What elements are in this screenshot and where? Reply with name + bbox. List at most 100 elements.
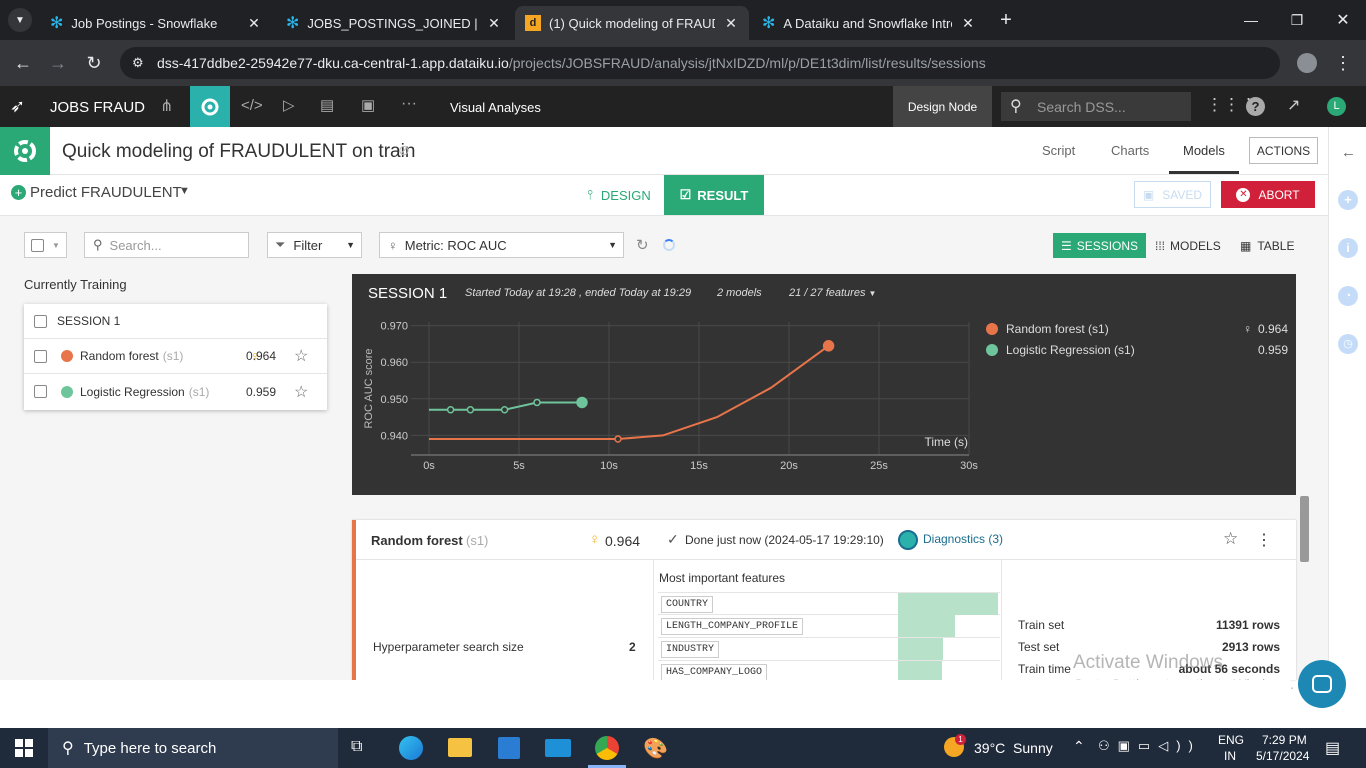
- chat-support-button[interactable]: [1298, 660, 1346, 708]
- browser-tab-3[interactable]: d (1) Quick modeling of FRAUDULE ✕: [515, 6, 749, 40]
- tab-models[interactable]: Models: [1183, 143, 1225, 158]
- paint-icon[interactable]: 🎨: [643, 736, 668, 761]
- weather-text[interactable]: 39°C Sunny: [974, 740, 1053, 756]
- taskbar-search-box[interactable]: ⚲ Type here to search: [48, 728, 338, 768]
- help-icon[interactable]: ?: [1246, 97, 1265, 116]
- model-row-random-forest[interactable]: Random forest (s1) ♀ 0.964 ☆: [24, 339, 327, 374]
- scrollbar-thumb[interactable]: [1300, 496, 1309, 562]
- diagnostics-link[interactable]: Diagnostics (3): [923, 532, 1003, 546]
- discussion-icon[interactable]: ◔: [1338, 286, 1358, 306]
- more-icon[interactable]: ···: [401, 95, 417, 113]
- model-name[interactable]: Random forest: [80, 349, 159, 363]
- table-view-button[interactable]: ▦ TABLE: [1240, 233, 1294, 258]
- browser-tab-4[interactable]: ✻ A Dataiku and Snowflake Introd ✕: [752, 6, 986, 40]
- select-all-checkbox[interactable]: [31, 238, 44, 252]
- lab-icon[interactable]: [190, 86, 230, 127]
- design-node-label[interactable]: Design Node: [893, 86, 992, 127]
- code-icon[interactable]: </>: [241, 97, 263, 114]
- edge-icon[interactable]: [399, 736, 423, 760]
- info-icon[interactable]: i: [1338, 238, 1358, 258]
- browser-menu-icon[interactable]: ⋮: [1328, 48, 1358, 78]
- section-title[interactable]: Visual Analyses: [450, 100, 541, 115]
- select-all-dropdown[interactable]: ▼: [24, 232, 67, 258]
- legend-random-forest[interactable]: Random forest (s1) ♀ 0.964: [986, 322, 1288, 336]
- activity-icon[interactable]: ↗: [1287, 95, 1300, 115]
- file-explorer-icon[interactable]: [448, 738, 472, 757]
- notifications-icon[interactable]: ▤: [1325, 738, 1340, 758]
- chrome-icon[interactable]: [595, 736, 619, 760]
- language-line1[interactable]: ENG: [1218, 733, 1244, 747]
- forward-button[interactable]: →: [43, 48, 73, 78]
- history-icon[interactable]: ◷: [1338, 334, 1358, 354]
- profile-icon[interactable]: [1292, 48, 1322, 78]
- abort-button[interactable]: ✕ ABORT: [1221, 181, 1315, 208]
- edit-title-icon[interactable]: ⊘: [398, 142, 410, 159]
- deploy-icon[interactable]: ▤: [320, 96, 334, 114]
- tab-script[interactable]: Script: [1042, 143, 1075, 158]
- filter-dropdown[interactable]: ⏷ Filter ▼: [267, 232, 362, 258]
- card-model-tag: (s1): [466, 533, 489, 548]
- saved-button[interactable]: ▣ SAVED: [1134, 181, 1211, 208]
- dss-search-input[interactable]: ⚲ Search DSS...: [1001, 92, 1191, 121]
- model-checkbox[interactable]: [34, 385, 47, 398]
- chevron-down-icon[interactable]: ▼: [52, 241, 60, 250]
- close-icon[interactable]: ✕: [246, 15, 262, 32]
- model-checkbox[interactable]: [34, 349, 47, 363]
- tab-search-button[interactable]: ▼: [8, 8, 32, 32]
- model-row-logistic-regression[interactable]: Logistic Regression (s1) 0.959 ☆: [24, 374, 327, 409]
- card-model-name[interactable]: Random forest: [371, 533, 463, 548]
- kebab-menu-icon[interactable]: ⋮: [1256, 530, 1272, 550]
- legend-logistic-regression[interactable]: Logistic Regression (s1) 0.959: [986, 343, 1288, 357]
- close-window-button[interactable]: ✕: [1320, 0, 1366, 40]
- flow-icon[interactable]: ⋔: [160, 96, 173, 116]
- language-line2[interactable]: IN: [1224, 749, 1236, 763]
- close-icon[interactable]: ✕: [486, 15, 502, 32]
- metric-select[interactable]: ♀ Metric: ROC AUC ▼: [379, 232, 624, 258]
- minimize-button[interactable]: —: [1228, 0, 1274, 40]
- clock-time[interactable]: 7:29 PM: [1262, 733, 1307, 747]
- dataiku-bird-logo[interactable]: ➶: [10, 96, 25, 117]
- run-icon[interactable]: ▷: [283, 96, 295, 114]
- model-name[interactable]: Logistic Regression: [80, 385, 185, 399]
- result-tab[interactable]: ☑ RESULT: [664, 175, 764, 215]
- refresh-icon[interactable]: ↻: [636, 236, 649, 254]
- sessions-view-button[interactable]: ☰ SESSIONS: [1053, 233, 1146, 258]
- clock-date[interactable]: 5/17/2024: [1256, 749, 1309, 763]
- url-input[interactable]: ⚙ dss-417ddbe2-25942e77-dku.ca-central-1…: [120, 47, 1280, 79]
- site-settings-icon[interactable]: ⚙: [132, 55, 144, 71]
- back-button[interactable]: ←: [8, 48, 38, 78]
- collapse-arrow-icon[interactable]: ←: [1341, 144, 1356, 161]
- session-checkbox[interactable]: [34, 314, 47, 328]
- dashboard-icon[interactable]: ▣: [361, 96, 375, 114]
- star-icon[interactable]: ☆: [294, 382, 308, 402]
- design-tab[interactable]: ⫯ DESIGN: [575, 175, 663, 215]
- model-search-input[interactable]: ⚲ Search...: [84, 232, 249, 258]
- page-title[interactable]: Quick modeling of FRAUDULENT on train: [62, 141, 415, 163]
- new-tab-button[interactable]: +: [994, 8, 1018, 32]
- windows-start-icon[interactable]: [15, 739, 33, 757]
- tab-charts[interactable]: Charts: [1111, 143, 1149, 158]
- session-row[interactable]: SESSION 1: [24, 304, 327, 339]
- actions-button[interactable]: ACTIONS: [1249, 137, 1318, 164]
- star-icon[interactable]: ☆: [1223, 529, 1238, 549]
- predict-target[interactable]: Predict FRAUDULENT: [30, 184, 182, 201]
- add-circle-icon[interactable]: +: [11, 185, 26, 200]
- task-view-icon[interactable]: ⧉: [351, 738, 362, 756]
- add-icon[interactable]: +: [1338, 190, 1358, 210]
- trophy-icon: ♀: [589, 531, 601, 548]
- avatar[interactable]: L: [1327, 97, 1346, 116]
- project-name[interactable]: JOBS FRAUD: [50, 99, 145, 116]
- tray-icons[interactable]: ⚇▣▭◁)): [1098, 738, 1201, 754]
- chevron-down-icon[interactable]: ▼: [179, 185, 190, 197]
- star-icon[interactable]: ☆: [294, 346, 308, 366]
- models-view-button[interactable]: ⁞⁞⁞ MODELS: [1155, 233, 1221, 258]
- reload-button[interactable]: ↻: [79, 48, 109, 78]
- browser-tab-2[interactable]: ✻ JOBS_POSTINGS_JOINED | Table ✕: [276, 6, 512, 40]
- store-icon[interactable]: [498, 737, 520, 759]
- maximize-button[interactable]: ❐: [1274, 0, 1320, 40]
- tray-chevron-icon[interactable]: ⌃: [1073, 738, 1085, 755]
- close-icon[interactable]: ✕: [723, 15, 739, 32]
- mail-icon[interactable]: [545, 739, 571, 757]
- close-icon[interactable]: ✕: [960, 15, 976, 32]
- browser-tab-1[interactable]: ✻ Job Postings - Snowflake ✕: [40, 6, 272, 40]
